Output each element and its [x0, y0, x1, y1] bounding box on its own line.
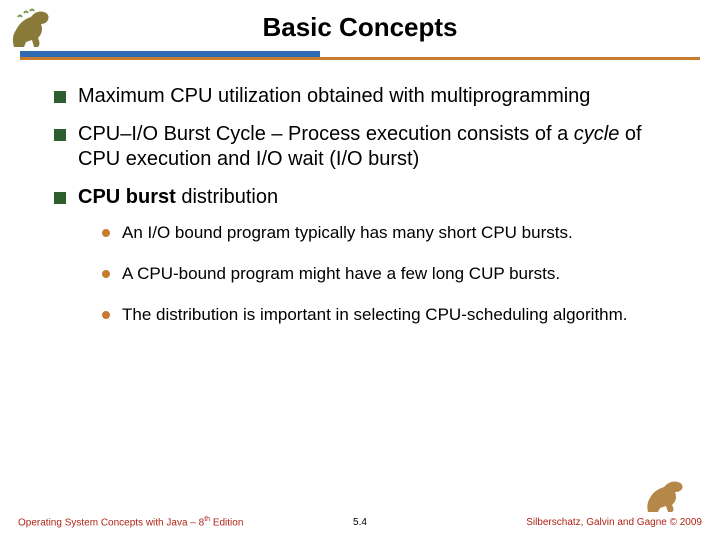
footer-right: Silberschatz, Galvin and Gagne © 2009 [526, 517, 702, 528]
bullet-2: CPU–I/O Burst Cycle – Process execution … [54, 122, 682, 173]
subbullet-1: An I/O bound program typically has many … [102, 222, 682, 245]
slide-header: Basic Concepts [0, 0, 720, 64]
footer-left-a: Operating System Concepts with Java – 8 [18, 517, 204, 528]
subbullet-1-text: An I/O bound program typically has many … [122, 223, 573, 242]
footer-page-number: 5.4 [353, 517, 367, 528]
bullet-3-post: distribution [176, 186, 278, 208]
bullet-2-pre: CPU–I/O Burst Cycle – Process execution … [78, 123, 574, 145]
bullet-2-italic: cycle [574, 123, 620, 145]
subbullet-3: The distribution is important in selecti… [102, 304, 682, 327]
footer-left: Operating System Concepts with Java – 8t… [18, 516, 243, 528]
bullet-3-bold: CPU burst [78, 186, 176, 208]
slide-title: Basic Concepts [0, 0, 720, 43]
subbullet-3-text: The distribution is important in selecti… [122, 305, 628, 324]
dinosaur-icon [6, 2, 66, 52]
slide-content: Maximum CPU utilization obtained with mu… [0, 64, 720, 327]
footer-left-b: Edition [210, 517, 243, 528]
title-underline [20, 57, 700, 60]
bullet-1: Maximum CPU utilization obtained with mu… [54, 84, 682, 110]
bullet-3: CPU burst distribution [54, 185, 682, 211]
bullet-1-text: Maximum CPU utilization obtained with mu… [78, 85, 590, 107]
subbullet-2-text: A CPU-bound program might have a few lon… [122, 264, 560, 283]
dinosaur-footer-icon [642, 472, 696, 516]
subbullet-2: A CPU-bound program might have a few lon… [102, 263, 682, 286]
